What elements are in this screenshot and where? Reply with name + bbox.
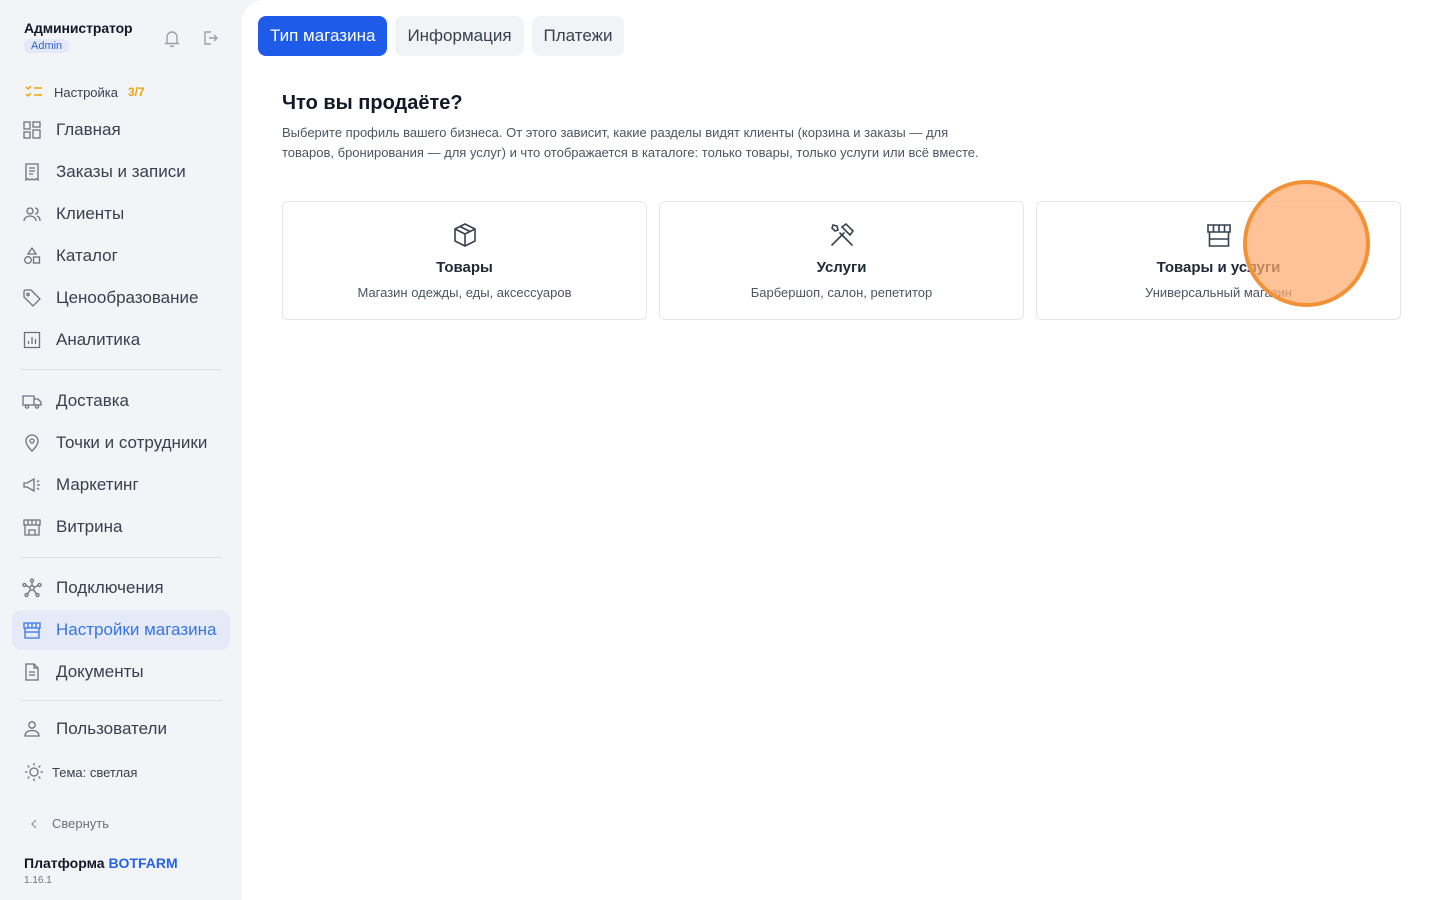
brand-name: BOTFARM [108, 855, 178, 871]
receipt-icon [25, 163, 39, 182]
sidebar-item-label: Доставка [56, 391, 130, 410]
collapse-label: Свернуть [52, 816, 110, 831]
sidebar-item-catalog[interactable]: Каталог [12, 236, 230, 276]
storefront-icon [23, 519, 41, 536]
sun-icon [25, 763, 43, 781]
sidebar-item-label: Документы [56, 662, 144, 681]
tools-icon [830, 222, 854, 246]
option-card-goods-and-services[interactable]: Товары и услуги Универсальный магазин [1036, 201, 1401, 320]
main-panel: Тип магазина Информация Платежи Что вы п… [242, 0, 1440, 900]
sidebar-item-marketing[interactable]: Маркетинг [12, 465, 230, 505]
nav-ops: Доставка Точки и сотрудники Маркетинг Ви… [12, 381, 230, 549]
collapse-button[interactable]: Свернуть [28, 816, 109, 831]
role-badge: Admin [24, 39, 70, 53]
sidebar: Администратор Admin Настройка 3/7 Главна… [0, 0, 242, 900]
sidebar-item-label: Клиенты [56, 204, 125, 223]
divider [20, 557, 222, 558]
users-icon [23, 207, 41, 222]
sidebar-item-clients[interactable]: Клиенты [12, 194, 230, 234]
sidebar-item-orders[interactable]: Заказы и записи [12, 152, 230, 192]
sidebar-item-store-settings[interactable]: Настройки магазина [12, 610, 230, 650]
setup-progress[interactable]: Настройка 3/7 [24, 82, 145, 102]
sidebar-item-integrations[interactable]: Подключения [12, 568, 230, 608]
card-title: Товары [436, 259, 493, 276]
theme-toggle[interactable]: Тема: светлая [24, 762, 137, 782]
card-subtitle: Универсальный магазин [1145, 285, 1292, 300]
chart-icon [23, 331, 41, 349]
bell-icon[interactable] [162, 28, 182, 48]
sidebar-item-label: Ценообразование [56, 288, 199, 307]
sidebar-item-label: Подключения [56, 578, 164, 597]
sidebar-item-locations[interactable]: Точки и сотрудники [12, 423, 230, 463]
card-subtitle: Магазин одежды, еды, аксессуаров [357, 285, 572, 300]
sidebar-item-label: Пользователи [56, 719, 167, 738]
header-actions [162, 28, 220, 48]
user-block: Администратор Admin [24, 20, 133, 54]
sidebar-item-pricing[interactable]: Ценообразование [12, 278, 230, 318]
document-icon [25, 663, 39, 681]
box-icon [453, 223, 476, 247]
truck-icon [22, 395, 42, 409]
map-pin-icon [25, 434, 39, 452]
store-icon [23, 622, 41, 639]
tabs: Тип магазина Информация Платежи [258, 16, 625, 56]
sidebar-item-label: Маркетинг [56, 475, 139, 494]
sidebar-item-delivery[interactable]: Доставка [12, 381, 230, 421]
store-type-options: Товары Магазин одежды, еды, аксессуаров … [282, 201, 1401, 320]
setup-count: 3/7 [128, 85, 145, 99]
section-title: Что вы продаёте? [282, 92, 463, 114]
megaphone-icon [23, 477, 40, 493]
option-card-goods[interactable]: Товары Магазин одежды, еды, аксессуаров [282, 201, 647, 320]
logout-icon[interactable] [200, 28, 220, 48]
storefront-icon [1206, 224, 1231, 247]
sidebar-item-label: Настройки магазина [56, 620, 217, 639]
user-icon [24, 721, 40, 737]
card-subtitle: Барбершоп, салон, репетитор [750, 285, 933, 300]
user-name: Администратор [24, 20, 133, 36]
section-description: Выберите профиль вашего бизнеса. От этог… [282, 125, 979, 160]
tab-store-type[interactable]: Тип магазина [258, 16, 388, 56]
option-card-services[interactable]: Услуги Барбершоп, салон, репетитор [659, 201, 1024, 320]
nav-admin: Пользователи [12, 709, 230, 751]
dashboard-icon [23, 121, 41, 139]
brand-prefix: Платформа [24, 855, 105, 871]
app-version: 1.16.1 [24, 875, 52, 886]
nav-main: Главная Заказы и записи Клиенты Каталог … [12, 110, 230, 362]
divider [20, 700, 222, 701]
chevron-left-icon [31, 819, 37, 828]
sidebar-item-label: Каталог [56, 246, 118, 265]
theme-label: Тема: светлая [52, 764, 138, 780]
sidebar-item-label: Аналитика [56, 330, 141, 349]
network-icon [22, 578, 42, 598]
divider [20, 369, 222, 370]
setup-label: Настройка [54, 84, 118, 100]
brand: Платформа BOTFARM [24, 855, 178, 871]
card-title: Товары и услуги [1156, 259, 1281, 276]
shapes-icon [24, 246, 41, 264]
tab-information[interactable]: Информация [395, 16, 524, 56]
sidebar-item-showcase[interactable]: Витрина [12, 507, 230, 547]
sidebar-item-documents[interactable]: Документы [12, 652, 230, 692]
sidebar-item-users[interactable]: Пользователи [12, 709, 230, 749]
nav-settings: Подключения Настройки магазина Документы [12, 568, 230, 694]
sidebar-item-label: Главная [56, 120, 121, 139]
sidebar-item-label: Заказы и записи [56, 162, 186, 181]
sidebar-item-home[interactable]: Главная [12, 110, 230, 150]
card-title: Услуги [816, 259, 867, 276]
tag-icon [23, 289, 41, 307]
sidebar-item-label: Витрина [56, 517, 123, 536]
checklist-icon [25, 85, 42, 98]
tab-payments[interactable]: Платежи [531, 16, 625, 56]
sidebar-item-label: Точки и сотрудники [56, 433, 208, 452]
sidebar-item-analytics[interactable]: Аналитика [12, 320, 230, 360]
